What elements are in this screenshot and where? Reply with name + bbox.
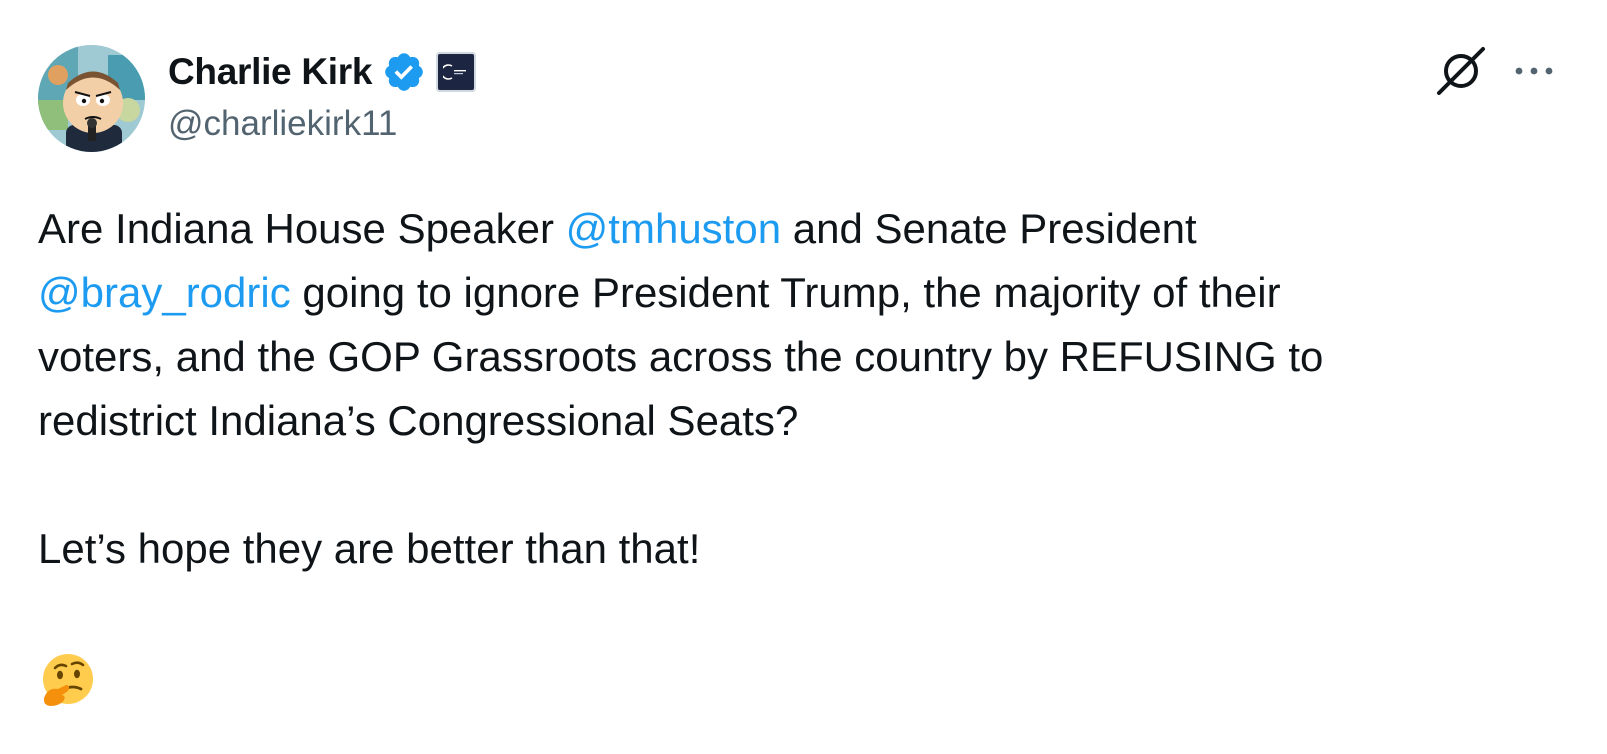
organization-affiliate-badge-icon[interactable] [436, 52, 477, 92]
cartoon-avatar-icon [38, 45, 145, 152]
tweet-text: Are Indiana House Speaker @tmhuston and … [38, 197, 1568, 581]
tweet-text-segment: going to ignore President Trump, the maj… [290, 269, 1281, 316]
tweet-text-segment: Are Indiana House Speaker [38, 205, 566, 252]
author-display-name[interactable]: Charlie Kirk [168, 51, 372, 93]
grok-slash-icon[interactable] [1436, 46, 1486, 96]
mention-link-tmhuston[interactable]: @tmhuston [566, 205, 781, 252]
tweet-text-segment: and Senate President [781, 205, 1197, 252]
author-handle[interactable]: @charliekirk11 [168, 104, 397, 144]
tweet-line-4: redistrict Indiana’s Congressional Seats… [38, 397, 799, 444]
mention-link-bray-rodric[interactable]: @bray_rodric [38, 269, 291, 316]
tweet-line-2: @bray_rodric going to ignore President T… [38, 261, 1568, 325]
more-ellipsis-icon[interactable] [1512, 56, 1556, 86]
tweet-line-5: Let’s hope they are better than that! [38, 525, 701, 572]
author-avatar[interactable] [38, 45, 145, 152]
tweet-card: Charlie Kirk @charliekirk11 Are Indiana … [0, 0, 1607, 754]
author-name-row: Charlie Kirk [168, 48, 477, 96]
tweet-line-3: voters, and the GOP Grassroots across th… [38, 333, 1324, 380]
verified-badge-icon[interactable] [382, 50, 426, 94]
tweet-line-1: Are Indiana House Speaker @tmhuston and … [38, 197, 1568, 261]
thinking-face-emoji [40, 652, 96, 708]
